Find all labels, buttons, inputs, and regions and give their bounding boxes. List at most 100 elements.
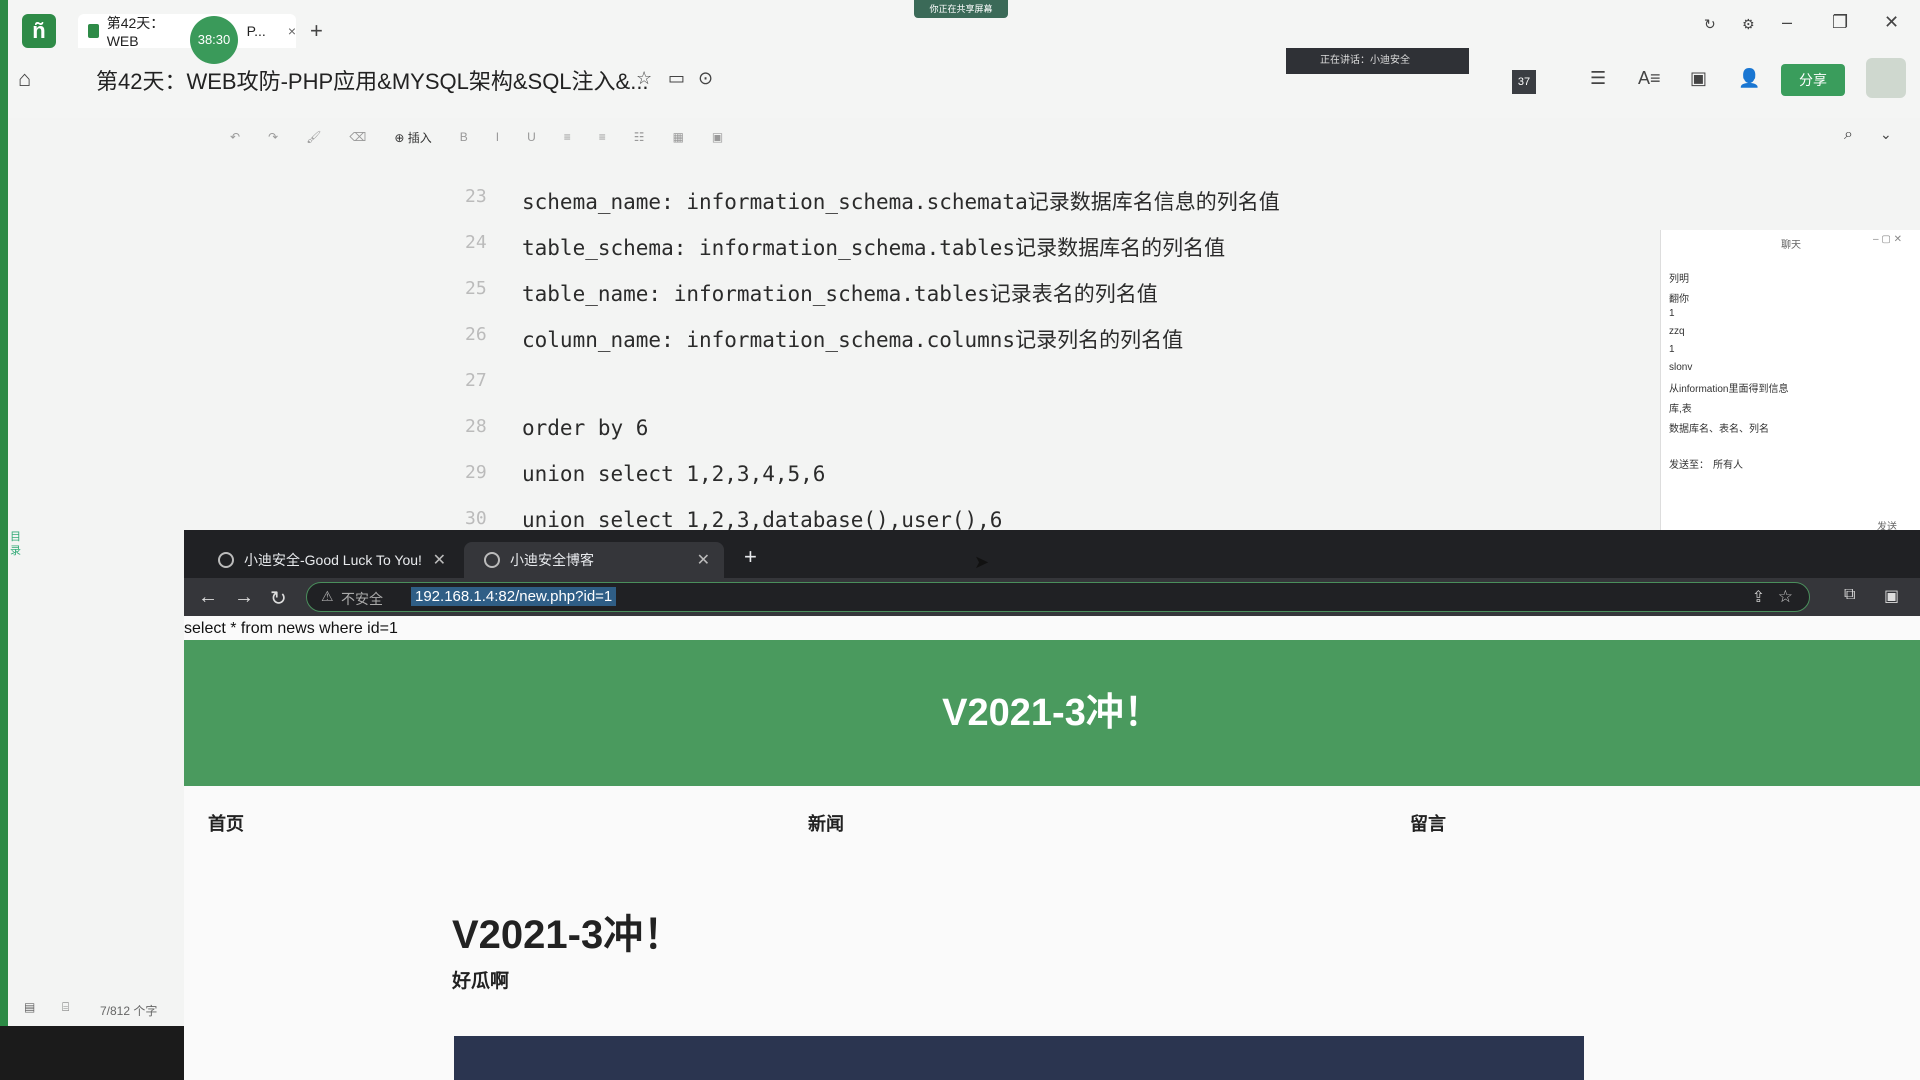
code-line[interactable]: column_name: information_schema.columns记…: [522, 324, 1183, 354]
present-icon[interactable]: ▣: [1690, 68, 1707, 89]
home-icon[interactable]: ⌂: [18, 66, 31, 92]
minimize-icon[interactable]: –: [1782, 12, 1792, 33]
close-icon[interactable]: – ▢ ✕: [1873, 234, 1902, 245]
align-left-icon[interactable]: ≡: [564, 130, 571, 144]
avatar[interactable]: [1866, 58, 1906, 98]
recording-timer: 38:30: [190, 16, 238, 64]
document-editor[interactable]: 23 schema_name: information_schema.schem…: [60, 176, 1660, 536]
table-icon[interactable]: ▦: [673, 130, 684, 144]
browser-tab[interactable]: 小迪安全-Good Luck To You! ✕: [198, 542, 460, 578]
format-painter-icon[interactable]: 🖌: [306, 130, 321, 144]
line-number: 28: [465, 416, 487, 437]
nav-link-home[interactable]: 首页: [208, 810, 244, 836]
reload-icon[interactable]: ↻: [270, 586, 287, 611]
underline-icon[interactable]: U: [527, 130, 536, 144]
app-logo-icon[interactable]: ñ: [22, 14, 56, 48]
insert-label: 插入: [407, 130, 432, 145]
nav-link-news[interactable]: 新闻: [808, 810, 844, 836]
profile-icon[interactable]: ▣: [1884, 586, 1899, 606]
participant-count-badge[interactable]: 37: [1512, 70, 1536, 94]
code-line[interactable]: union select 1,2,3,4,5,6: [522, 462, 825, 486]
menu-icon[interactable]: ☰: [1590, 68, 1606, 89]
collaborator-icon[interactable]: 👤: [1738, 68, 1760, 89]
close-icon[interactable]: ✕: [697, 550, 710, 570]
sql-query-text: select * from news where id=1: [184, 620, 398, 637]
search-icon[interactable]: ⌕: [1844, 126, 1853, 144]
back-icon[interactable]: ←: [198, 586, 218, 609]
browser-tab-active[interactable]: 小迪安全博客 ✕: [464, 542, 724, 578]
url-text[interactable]: 192.168.1.4:82/new.php?id=1: [411, 587, 617, 606]
status-bar: ▤ ⌸ 7/812 个字: [8, 994, 184, 1024]
share-icon[interactable]: ⇪: [1752, 587, 1765, 607]
outline-icon[interactable]: ▤: [24, 1000, 35, 1014]
warning-icon[interactable]: ⚠: [321, 588, 334, 605]
taskbar-fragment: [0, 1026, 184, 1080]
share-button[interactable]: 分享: [1781, 64, 1845, 96]
address-bar[interactable]: ⚠ 不安全 192.168.1.4:82/new.php?id=1 ⇪ ☆: [306, 582, 1810, 612]
bookmark-star-icon[interactable]: ☆: [1778, 587, 1793, 607]
chevron-down-icon[interactable]: ⌄: [1880, 126, 1892, 143]
format-toolbar: ↶ ↷ 🖌 ⌫ ⊕ 插入 B I U ≡ ≡ ☷ ▦ ▣: [230, 126, 1650, 148]
chat-message: zzq: [1669, 326, 1685, 337]
extension-icon[interactable]: ⧉: [1844, 586, 1855, 604]
new-tab-icon[interactable]: +: [310, 18, 323, 44]
doc-icon: [88, 24, 99, 38]
new-tab-icon[interactable]: +: [744, 544, 757, 570]
doc-tab-suffix: P...: [246, 23, 266, 39]
code-line[interactable]: schema_name: information_schema.schemata…: [522, 186, 1280, 216]
chat-panel: 聊天 – ▢ ✕ 列明 翻你 1 zzq 1 slonv 从informatio…: [1660, 230, 1920, 533]
browser-window: 小迪安全-Good Luck To You! ✕ 小迪安全博客 ✕ + ← → …: [184, 530, 1920, 1080]
close-icon[interactable]: ×: [288, 23, 296, 39]
code-line[interactable]: table_name: information_schema.tables记录表…: [522, 278, 1158, 308]
directory-toggle[interactable]: 目录: [10, 530, 24, 558]
refresh-icon[interactable]: ↻: [1704, 16, 1716, 33]
line-number: 23: [465, 186, 487, 207]
eraser-icon[interactable]: ⌫: [349, 130, 366, 144]
image-icon[interactable]: ▣: [712, 130, 723, 144]
close-icon[interactable]: ✕: [433, 550, 446, 570]
star-icon[interactable]: ☆: [636, 68, 652, 89]
window-edge: [0, 0, 8, 1080]
code-line[interactable]: union select 1,2,3,database(),user(),6: [522, 508, 1002, 532]
line-number: 30: [465, 508, 487, 529]
maximize-icon[interactable]: ❐: [1832, 12, 1848, 33]
word-count[interactable]: 7/812 个字: [100, 1002, 157, 1019]
code-line[interactable]: table_schema: information_schema.tables记…: [522, 232, 1225, 262]
chat-message: 列明: [1669, 274, 1689, 285]
bold-icon[interactable]: B: [460, 130, 468, 144]
code-line[interactable]: order by 6: [522, 416, 648, 440]
line-number: 24: [465, 232, 487, 253]
chat-message: 1: [1669, 308, 1675, 319]
speaking-indicator: 正在讲话：小迪安全: [1286, 48, 1469, 74]
mouse-cursor-icon: ➤: [974, 552, 990, 572]
screen-sharing-banner[interactable]: 你正在共享屏幕: [914, 0, 1008, 18]
list-icon[interactable]: ☷: [634, 130, 645, 144]
italic-icon[interactable]: I: [496, 130, 499, 144]
insert-button[interactable]: ⊕ 插入: [394, 129, 431, 146]
chat-title: 聊天: [1781, 240, 1801, 251]
settings-icon[interactable]: ⚙: [1742, 16, 1755, 33]
insecure-label[interactable]: 不安全: [341, 589, 383, 609]
send-to-label: 发送至：: [1669, 460, 1709, 471]
undo-icon[interactable]: ↶: [230, 130, 240, 144]
chat-message: slonv: [1669, 362, 1693, 373]
browser-tab-title: 小迪安全博客: [510, 552, 594, 568]
forward-icon[interactable]: →: [234, 586, 254, 609]
align-center-icon[interactable]: ≡: [599, 130, 606, 144]
close-window-icon[interactable]: ✕: [1884, 12, 1899, 33]
send-to-select[interactable]: 所有人: [1713, 456, 1743, 471]
saved-status-icon: ⊙: [698, 68, 714, 88]
doc-tab-title: 第42天：WEB: [106, 15, 165, 49]
redo-icon[interactable]: ↷: [268, 130, 278, 144]
chat-message: 数据库名、表名、列名: [1669, 424, 1769, 435]
article-image: [454, 1036, 1584, 1080]
folder-icon[interactable]: ▭: [668, 68, 685, 89]
line-number: 26: [465, 324, 487, 345]
chat-message: 库,表: [1669, 404, 1692, 415]
font-style-icon[interactable]: A≡: [1638, 68, 1661, 89]
doc-tab[interactable]: 第42天：WEB P... ×: [78, 14, 296, 49]
site-header-banner: V2021-3冲！: [184, 640, 1920, 786]
page-view-icon[interactable]: ⌸: [62, 1000, 69, 1015]
nav-link-message[interactable]: 留言: [1410, 810, 1446, 836]
chat-message: 翻你: [1669, 294, 1689, 305]
